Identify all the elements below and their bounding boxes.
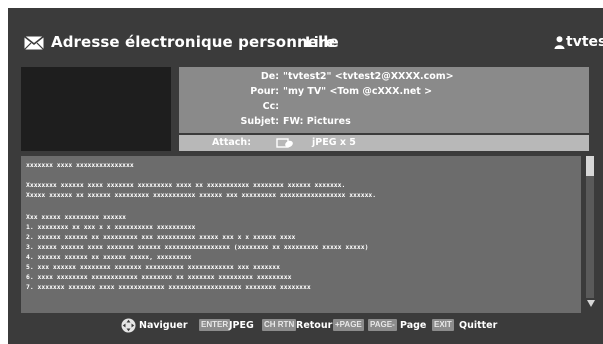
return-key-badge: CH RTN [262, 319, 297, 331]
body-line: 7. xxxxxxx xxxxxxx xxxx xxxxxxxxxxxx xxx… [26, 283, 311, 291]
enter-key-badge: ENTER [199, 319, 231, 331]
body-line: 5. xxx xxxxxx xxxxxxxx xxxxxxx xxxxxxxxx… [26, 263, 280, 271]
to-value: "my TV" <Tom @cXXX.net > [283, 86, 433, 97]
body-line: xxxxxxx xxxx xxxxxxxxxxxxxxx [26, 161, 134, 169]
dpad-icon [121, 318, 136, 333]
page-down-key-badge: PAGE- [368, 319, 397, 331]
navigate-hint: Naviguer [139, 320, 188, 331]
page-hint: Page [400, 320, 427, 331]
app-title: Adresse électronique personnelle [51, 33, 339, 51]
message-header-panel: De: "tvtest2" <tvtest2@XXXX.com> Pour: "… [179, 67, 589, 133]
header: Adresse électronique personnelle Lire tv… [8, 26, 603, 60]
exit-key-badge: EXIT [432, 319, 454, 331]
from-value: "tvtest2" <tvtest2@XXXX.com> [283, 71, 454, 82]
body-line: Xxxxx xxxxxx xx xxxxxx xxxxxxxxx xxxxxxx… [26, 191, 377, 199]
scroll-down-arrow-icon[interactable] [586, 298, 596, 308]
user-name: tvtest2 [566, 34, 603, 50]
body-line: Xxx xxxxx xxxxxxxxx xxxxxx [26, 213, 127, 221]
subject-label: Subjet: [240, 116, 279, 127]
body-line: 2. xxxxxx xxxxxx xx xxxxxxxxx xxx xxxxxx… [26, 233, 296, 241]
preview-thumbnail [21, 67, 171, 151]
from-label: De: [260, 71, 279, 82]
page-up-key-badge: +PAGE [333, 319, 364, 331]
envelope-icon [24, 36, 44, 50]
body-line: 6. xxxx xxxxxxxx xxxxxxxxxxxx xxxxxxxx x… [26, 273, 292, 281]
exit-hint: Quitter [459, 320, 498, 331]
scrollbar-thumb[interactable] [586, 156, 594, 176]
body-line: 4. xxxxxx xxxxxx xx xxxxxx xxxxx, xxxxxx… [26, 253, 192, 261]
cc-label: Cc: [262, 101, 279, 112]
mail-screen: Adresse électronique personnelle Lire tv… [8, 8, 603, 344]
body-line: Xxxxxxxx xxxxxx xxxx xxxxxxx xxxxxxxxx x… [26, 181, 346, 189]
user-icon [554, 36, 565, 49]
enter-hint: JPEG [229, 320, 254, 331]
scrollbar-track[interactable] [586, 156, 594, 298]
subject-value: FW: Pictures [283, 116, 351, 127]
attach-value: jPEG x 5 [312, 137, 356, 148]
body-line: 1. xxxxxxxx xx xxx x x xxxxxxxxxx xxxxxx… [26, 223, 196, 231]
attachment-row[interactable]: Attach: jPEG x 5 [179, 135, 589, 151]
body-line: 3. xxxxx xxxxxx xxxx xxxxxxx xxxxxx xxxx… [26, 243, 369, 251]
message-body[interactable]: xxxxxxx xxxx xxxxxxxxxxxxxxx Xxxxxxxx xx… [21, 156, 581, 313]
return-hint: Retour [296, 320, 333, 331]
paperclip-icon [276, 138, 293, 148]
mode-label: Lire [305, 35, 336, 51]
attach-label: Attach: [211, 137, 251, 148]
to-label: Pour: [250, 86, 279, 97]
footer-hints: Naviguer ENTER JPEG CH RTN Retour +PAGE … [8, 317, 603, 335]
